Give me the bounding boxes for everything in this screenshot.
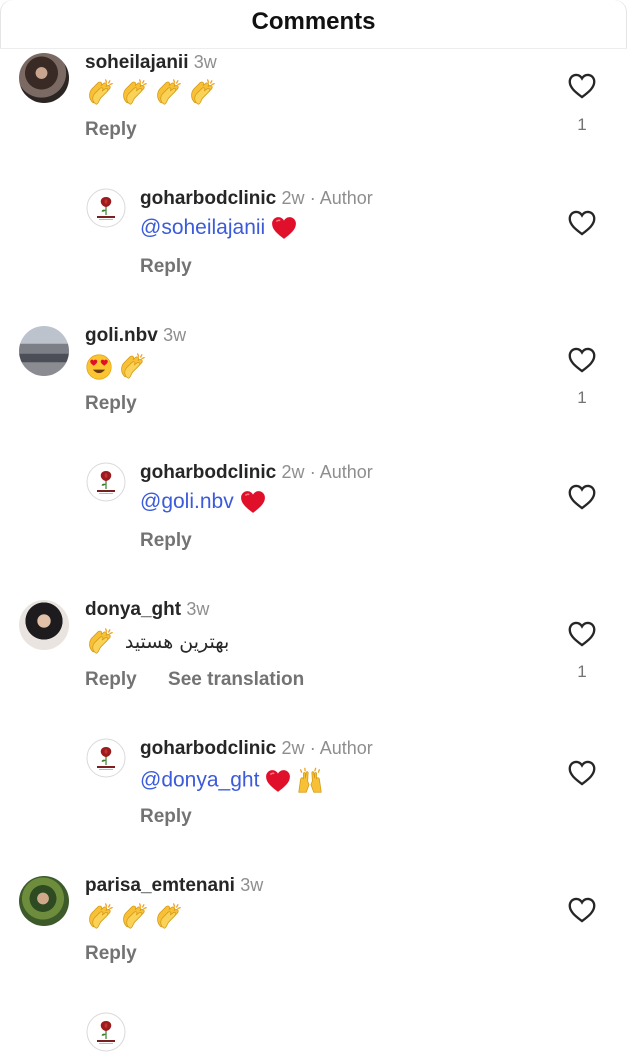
like-count: 1	[577, 388, 587, 407]
author-badge: · Author	[309, 738, 373, 758]
username[interactable]: goli.nbv	[85, 325, 158, 346]
comment-text	[85, 78, 221, 108]
avatar[interactable]	[86, 738, 126, 778]
author-badge: · Author	[309, 188, 373, 208]
raised-hands-emoji-icon	[295, 766, 325, 796]
reply-button[interactable]: Reply	[140, 256, 192, 277]
clapping-hands-emoji-icon	[85, 627, 115, 657]
username[interactable]: parisa_emtenani	[85, 875, 235, 896]
username[interactable]: goharbodclinic	[140, 462, 276, 483]
clapping-hands-emoji-icon	[119, 78, 149, 108]
avatar[interactable]	[19, 53, 69, 103]
comment-text	[85, 902, 187, 932]
heart-outline-icon[interactable]	[568, 760, 596, 786]
heart-outline-icon[interactable]	[568, 484, 596, 510]
heart-outline-icon[interactable]	[568, 897, 596, 923]
timestamp: 2w	[281, 188, 305, 208]
reply-button[interactable]: Reply	[85, 393, 137, 414]
timestamp: 3w	[240, 875, 264, 895]
avatar[interactable]	[86, 1012, 126, 1052]
author-badge: · Author	[309, 462, 373, 482]
username[interactable]: goharbodclinic	[140, 188, 276, 209]
reply-button[interactable]: Reply	[85, 943, 137, 964]
username[interactable]: donya_ght	[85, 599, 181, 620]
mention-link[interactable]: @goli.nbv	[140, 490, 234, 513]
heart-eyes-emoji-icon	[85, 353, 113, 381]
username[interactable]: goharbodclinic	[140, 738, 276, 759]
timestamp: 2w	[281, 462, 305, 482]
avatar[interactable]	[19, 876, 69, 926]
page-title: Comments	[251, 8, 376, 35]
timestamp: 2w	[281, 738, 305, 758]
clapping-hands-emoji-icon	[187, 78, 217, 108]
reply-button[interactable]: Reply	[85, 119, 137, 140]
heart-outline-icon[interactable]	[568, 621, 596, 647]
red-heart-emoji-icon	[240, 490, 266, 514]
avatar[interactable]	[86, 462, 126, 502]
clapping-hands-emoji-icon	[153, 78, 183, 108]
clapping-hands-emoji-icon	[117, 352, 147, 382]
like-count: 1	[577, 662, 587, 681]
avatar[interactable]	[19, 326, 69, 376]
username[interactable]: soheilajanii	[85, 52, 188, 73]
red-heart-emoji-icon	[271, 216, 297, 240]
clapping-hands-emoji-icon	[85, 902, 115, 932]
heart-outline-icon[interactable]	[568, 210, 596, 236]
avatar[interactable]	[19, 600, 69, 650]
clapping-hands-emoji-icon	[119, 902, 149, 932]
like-count: 1	[577, 115, 587, 134]
reply-button[interactable]: Reply	[140, 530, 192, 551]
reply-button[interactable]: Reply	[140, 806, 192, 827]
see-translation-button[interactable]: See translation	[168, 669, 304, 690]
avatar[interactable]	[86, 188, 126, 228]
comment-text	[85, 352, 151, 382]
timestamp: 3w	[193, 52, 217, 72]
reply-button[interactable]: Reply	[85, 669, 137, 690]
heart-outline-icon[interactable]	[568, 347, 596, 373]
clapping-hands-emoji-icon	[153, 902, 183, 932]
comment-text: بهترین هستید	[124, 631, 230, 653]
timestamp: 3w	[186, 599, 210, 619]
red-heart-emoji-icon	[265, 769, 291, 793]
clapping-hands-emoji-icon	[85, 78, 115, 108]
timestamp: 3w	[163, 325, 187, 345]
comments-header: Comments	[0, 0, 627, 49]
heart-outline-icon[interactable]	[568, 73, 596, 99]
mention-link[interactable]: @soheilajanii	[140, 216, 265, 239]
mention-link[interactable]: @donya_ght	[140, 769, 259, 792]
